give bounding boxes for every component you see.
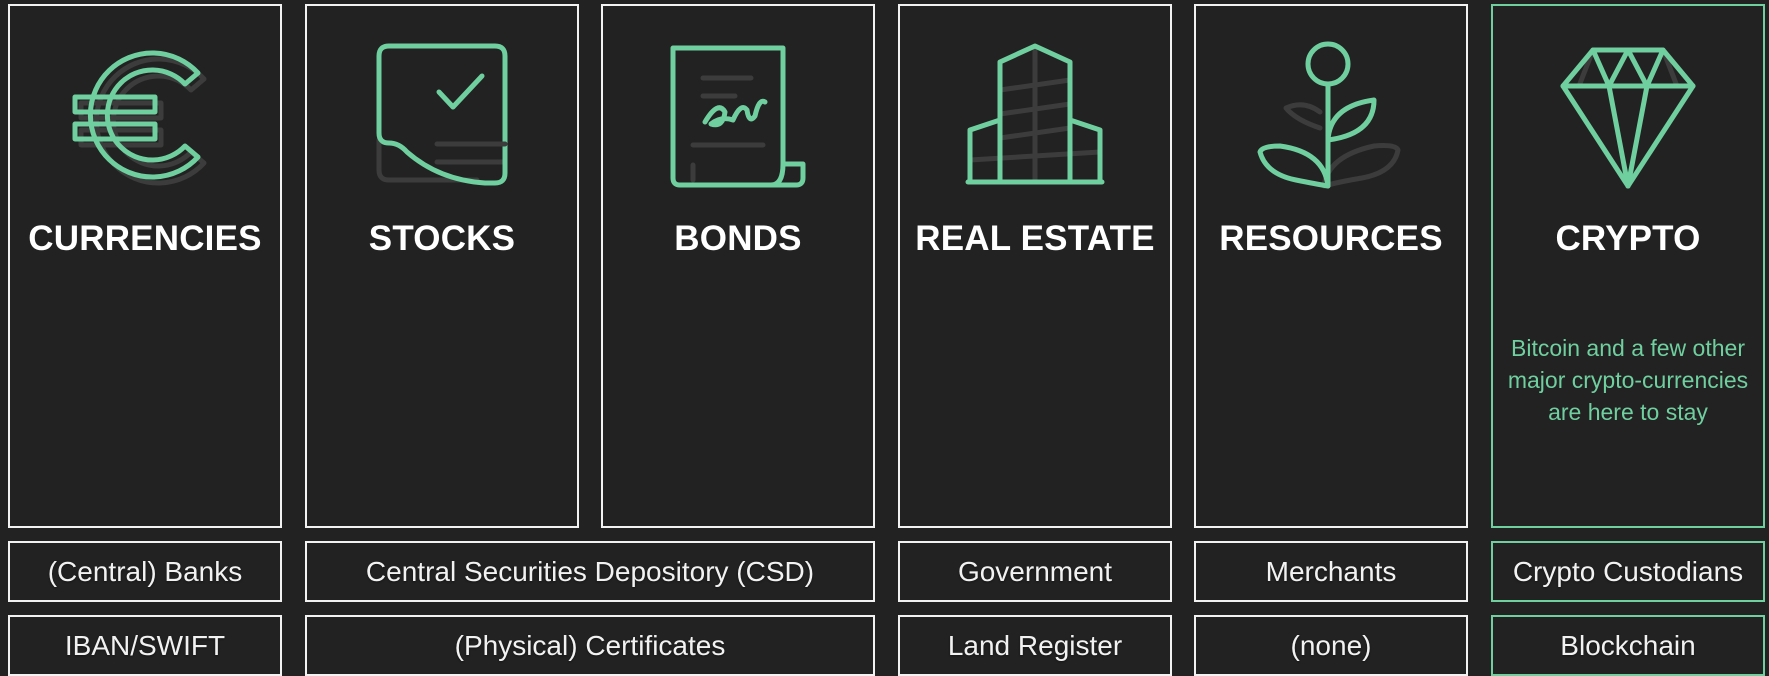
euro-icon bbox=[72, 50, 207, 186]
custodian-resources: Merchants bbox=[1194, 541, 1468, 602]
card-title-bonds: BONDS bbox=[674, 219, 802, 258]
card-title-currencies: CURRENCIES bbox=[28, 219, 262, 258]
card-crypto: CRYPTO Bitcoin and a few other major cry… bbox=[1491, 4, 1765, 528]
building-icon bbox=[965, 43, 1105, 185]
card-real-estate: REAL ESTATE bbox=[898, 4, 1172, 528]
custodian-stocks-bonds: Central Securities Depository (CSD) bbox=[305, 541, 875, 602]
card-resources: RESOURCES bbox=[1194, 4, 1468, 528]
record-crypto: Blockchain bbox=[1491, 615, 1765, 676]
stock-certificate-icon bbox=[376, 43, 508, 186]
custodian-currencies: (Central) Banks bbox=[8, 541, 282, 602]
signed-document-icon bbox=[670, 45, 806, 188]
record-real-estate: Land Register bbox=[898, 615, 1172, 676]
card-title-crypto: CRYPTO bbox=[1555, 219, 1701, 258]
card-title-stocks: STOCKS bbox=[368, 219, 516, 258]
diamond-icon bbox=[1560, 47, 1696, 189]
card-currencies: CURRENCIES bbox=[8, 4, 282, 528]
card-stocks: STOCKS bbox=[305, 4, 579, 528]
custodian-real-estate: Government bbox=[898, 541, 1172, 602]
card-title-resources: RESOURCES bbox=[1219, 219, 1443, 258]
record-resources: (none) bbox=[1194, 615, 1468, 676]
record-currencies: IBAN/SWIFT bbox=[8, 615, 282, 676]
plant-icon bbox=[1257, 41, 1401, 189]
record-stocks-bonds: (Physical) Certificates bbox=[305, 615, 875, 676]
card-bonds: BONDS bbox=[601, 4, 875, 528]
card-title-real-estate: REAL ESTATE bbox=[915, 219, 1155, 258]
card-description-crypto: Bitcoin and a few other major crypto-cur… bbox=[1507, 335, 1749, 425]
custodian-crypto: Crypto Custodians bbox=[1491, 541, 1765, 602]
